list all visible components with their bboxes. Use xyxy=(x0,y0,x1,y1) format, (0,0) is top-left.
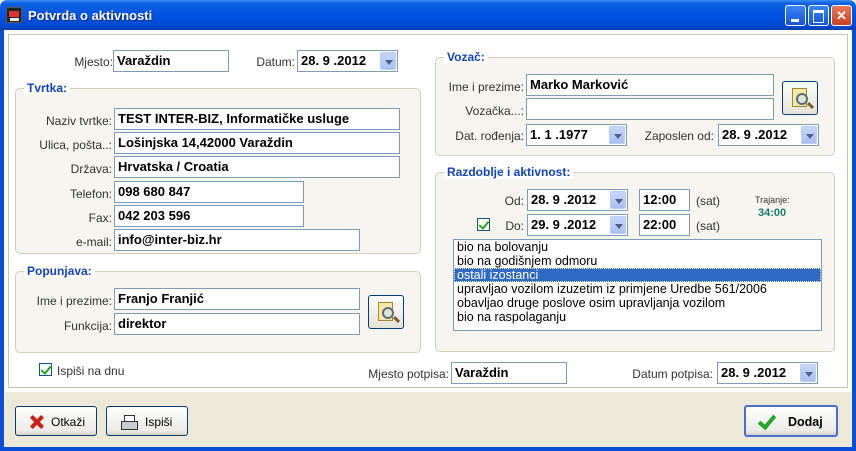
maximize-button[interactable] xyxy=(808,5,829,26)
do-time-input[interactable]: 22:00 xyxy=(639,214,690,236)
datum-potpisa-value: 28. 9 .2012 xyxy=(721,365,787,380)
title-bar[interactable]: Potvrda o aktivnosti ✕ xyxy=(0,0,856,30)
od-date-combo[interactable]: 28. 9 .2012 xyxy=(527,189,628,211)
do-label: Do: xyxy=(505,219,524,233)
list-item[interactable]: ostali izostanci xyxy=(454,268,821,282)
close-button[interactable]: ✕ xyxy=(831,5,852,26)
list-item[interactable]: bio na godišnjem odmoru xyxy=(454,254,821,268)
otkazi-button[interactable]: Otkaži xyxy=(15,406,97,436)
razdoblje-group-title: Razdoblje i aktivnost: xyxy=(444,165,574,179)
chevron-down-icon[interactable] xyxy=(800,364,816,382)
datum-potpisa-label: Datum potpisa: xyxy=(632,367,713,381)
chevron-down-icon[interactable] xyxy=(610,191,626,209)
checkmark-icon xyxy=(757,410,777,431)
chevron-down-icon[interactable] xyxy=(610,216,626,234)
window-title: Potvrda o aktivnosti xyxy=(28,8,153,23)
razdoblje-group: Razdoblje i aktivnost: Od: 28. 9 .2012 1… xyxy=(435,165,835,352)
dodaj-button[interactable]: Dodaj xyxy=(744,405,838,437)
magnifier-handle xyxy=(392,315,401,324)
content-area: Mjesto: Varaždin Datum: 28. 9 .2012 Tvrt… xyxy=(4,30,852,392)
mjesto-label: Mjesto: xyxy=(74,55,113,69)
vozacka-input[interactable] xyxy=(526,98,774,120)
magnifier-handle xyxy=(806,101,815,110)
tvrtka-group: Tvrtka: Naziv tvrtke: TEST INTER-BIZ, In… xyxy=(15,81,421,254)
activity-listbox[interactable]: bio na bolovanju bio na godišnjem odmoru o… xyxy=(453,239,822,331)
otkazi-label: Otkaži xyxy=(51,415,86,429)
mjesto-input[interactable]: Varaždin xyxy=(113,50,229,72)
do-checkbox[interactable] xyxy=(477,218,490,231)
od-unit-label: (sat) xyxy=(696,194,720,208)
funkcija-label: Funkcija: xyxy=(63,319,112,333)
dialog-window: Potvrda o aktivnosti ✕ Mjesto: Varaždin … xyxy=(0,0,856,451)
chevron-down-icon[interactable] xyxy=(801,126,817,144)
telefon-input[interactable]: 098 680 847 xyxy=(114,181,304,203)
ulica-input[interactable]: Lošinjska 14,42000 Varaždin xyxy=(114,132,400,154)
zaposlen-label: Zaposlen od: xyxy=(644,129,714,143)
window-frame-bottom xyxy=(0,447,856,451)
popunjava-group: Popunjava: Ime i prezime: Franjo Franjić… xyxy=(15,264,421,353)
vozac-ime-input[interactable]: Marko Marković xyxy=(526,74,774,96)
dat-rodenja-label: Dat. rođenja: xyxy=(455,129,524,143)
mjesto-potpisa-label: Mjesto potpisa: xyxy=(368,367,449,381)
popunjava-group-title: Popunjava: xyxy=(24,264,95,278)
zaposlen-value: 28. 9 .2012 xyxy=(722,127,788,142)
trajanje-value: 34:00 xyxy=(758,207,787,219)
list-item[interactable]: bio na raspolaganju xyxy=(454,310,821,324)
do-unit-label: (sat) xyxy=(696,219,720,233)
printer-icon xyxy=(121,415,138,430)
close-icon: ✕ xyxy=(836,8,847,23)
chevron-down-icon[interactable] xyxy=(609,126,625,144)
popunjava-search-button[interactable] xyxy=(368,295,404,329)
trajanje-label: Trajanje: xyxy=(755,195,790,205)
content-panel: Mjesto: Varaždin Datum: 28. 9 .2012 Tvrt… xyxy=(8,34,848,388)
email-label: e-mail: xyxy=(75,235,112,249)
dodaj-label: Dodaj xyxy=(788,415,823,429)
od-time-input[interactable]: 12:00 xyxy=(639,189,690,211)
naziv-label: Naziv tvrtke: xyxy=(45,114,112,128)
ulica-label: Ulica, pošta..: xyxy=(39,138,112,152)
datum-value: 28. 9 .2012 xyxy=(301,53,367,68)
dat-rodenja-value: 1. 1 .1977 xyxy=(530,127,588,142)
zaposlen-combo[interactable]: 28. 9 .2012 xyxy=(718,124,819,146)
ispisi-label: Ispiši xyxy=(145,415,173,429)
tvrtka-group-title: Tvrtka: xyxy=(24,81,71,95)
cancel-icon xyxy=(30,415,44,429)
od-date-value: 28. 9 .2012 xyxy=(531,192,597,207)
od-label: Od: xyxy=(504,194,524,208)
datum-potpisa-combo[interactable]: 28. 9 .2012 xyxy=(717,362,818,384)
app-icon xyxy=(6,7,22,23)
datum-combo[interactable]: 28. 9 .2012 xyxy=(297,50,398,72)
window-frame-right xyxy=(852,30,856,451)
ispisi-na-dnu-checkbox[interactable] xyxy=(39,363,52,376)
mjesto-potpisa-input[interactable]: Varaždin xyxy=(451,362,567,384)
datum-label: Datum: xyxy=(256,55,295,69)
minimize-button[interactable] xyxy=(785,5,806,26)
popunjava-ime-input[interactable]: Franjo Franjić xyxy=(114,288,360,310)
drzava-label: Država: xyxy=(70,162,112,176)
do-date-combo[interactable]: 29. 9 .2012 xyxy=(527,214,628,236)
do-date-value: 29. 9 .2012 xyxy=(531,217,597,232)
email-input[interactable]: info@inter-biz.hr xyxy=(114,229,360,251)
telefon-label: Telefon: xyxy=(69,187,112,201)
popunjava-ime-label: Ime i prezime: xyxy=(36,294,112,308)
list-item[interactable]: obavljao druge poslove osim upravljanja … xyxy=(454,296,821,310)
vozac-search-button[interactable] xyxy=(782,81,818,115)
ispisi-button[interactable]: Ispiši xyxy=(106,406,188,436)
list-item[interactable]: upravljao vozilom izuzetim iz primjene U… xyxy=(454,282,821,296)
dat-rodenja-combo[interactable]: 1. 1 .1977 xyxy=(526,124,627,146)
drzava-input[interactable]: Hrvatska / Croatia xyxy=(114,156,400,178)
naziv-input[interactable]: TEST INTER-BIZ, Informatičke usluge xyxy=(114,108,400,130)
chevron-down-icon[interactable] xyxy=(380,52,396,70)
fax-input[interactable]: 042 203 596 xyxy=(114,205,304,227)
button-bar: Otkaži Ispiši Dodaj xyxy=(4,392,852,447)
list-item[interactable]: bio na bolovanju xyxy=(454,240,821,254)
funkcija-input[interactable]: direktor xyxy=(114,313,360,335)
vozac-ime-label: Ime i prezime: xyxy=(448,80,524,94)
ispisi-na-dnu-label: Ispiši na dnu xyxy=(57,364,125,378)
vozacka-label: Vozačka...: xyxy=(465,104,524,118)
vozac-group-title: Vozač: xyxy=(444,50,488,64)
fax-label: Fax: xyxy=(88,211,112,225)
vozac-group: Vozač: Ime i prezime: Marko Marković Voz… xyxy=(435,50,835,156)
